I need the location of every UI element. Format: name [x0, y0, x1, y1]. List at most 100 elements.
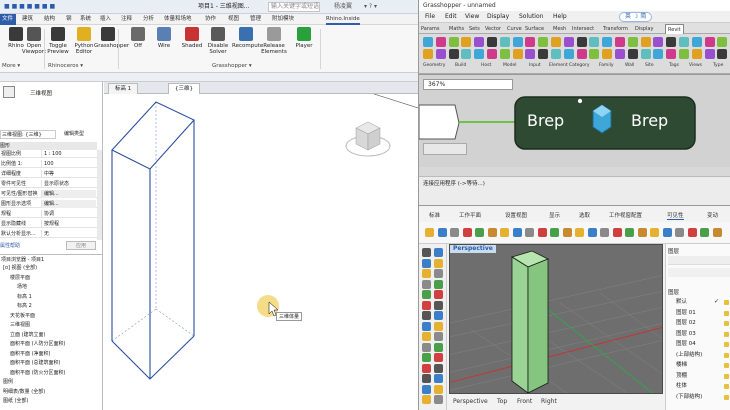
apply-button[interactable]: 应用: [66, 241, 96, 250]
gh-component-icon[interactable]: [666, 37, 677, 47]
menu-view[interactable]: 视图: [228, 14, 239, 25]
gh-component-icon[interactable]: [704, 37, 715, 47]
layer-bulb-icon[interactable]: [724, 352, 729, 358]
gh-component-icon[interactable]: [653, 37, 664, 47]
rhino-left-tool-icon[interactable]: [434, 374, 443, 383]
rhino-left-tool-icon[interactable]: [422, 395, 431, 404]
rhino-left-tool-icon[interactable]: [422, 279, 431, 289]
prop-row[interactable]: 详细程度 中等: [0, 170, 97, 178]
layer-bulb-icon[interactable]: [724, 342, 729, 347]
gh-tab-sets[interactable]: Sets: [469, 24, 480, 34]
menu-annotate[interactable]: 注释: [121, 14, 132, 25]
browser-item[interactable]: 立面 (建筑立面): [10, 332, 46, 340]
layer-bulb-icon[interactable]: [724, 394, 729, 400]
rhino-left-tool-icon[interactable]: [434, 269, 443, 278]
rhino-left-tool-icon[interactable]: [434, 248, 443, 257]
gh-preview-toggles[interactable]: [423, 143, 467, 155]
gh-menu-file[interactable]: File: [425, 11, 435, 23]
rhino-viewport[interactable]: Perspective: [449, 244, 663, 394]
viewport-label[interactable]: Perspective: [450, 245, 496, 253]
viewcube-icon[interactable]: [345, 121, 391, 157]
rhino-tool-icon[interactable]: [700, 228, 709, 237]
gh-tab-maths[interactable]: Maths: [449, 24, 464, 34]
gh-component-icon[interactable]: [640, 49, 651, 59]
gh-component-icon[interactable]: [538, 49, 549, 59]
rhino-tool-icon[interactable]: [600, 228, 609, 237]
layer-row[interactable]: 楼梯: [676, 361, 687, 369]
rhino-left-tool-icon[interactable]: [434, 353, 443, 362]
gh-section-label[interactable]: Host: [481, 63, 491, 68]
rhino-left-tool-icon[interactable]: [422, 321, 431, 331]
menu-file[interactable]: 文件: [0, 14, 16, 25]
gh-component-icon[interactable]: [435, 37, 446, 47]
rhino-left-tool-icon[interactable]: [422, 363, 431, 373]
rhino-left-tool-icon[interactable]: [422, 374, 431, 383]
gh-section-label[interactable]: Input: [529, 63, 541, 68]
prop-edit-button[interactable]: 编辑...: [41, 190, 96, 198]
browser-item[interactable]: 面积平面 (人防分区面积): [10, 341, 66, 349]
gh-component-icon[interactable]: [576, 37, 587, 47]
layer-bulb-icon[interactable]: [724, 373, 729, 379]
ribbon-button-wire[interactable]: Wire: [150, 27, 178, 49]
gh-component-icon[interactable]: [423, 49, 433, 59]
gh-component-icon[interactable]: [487, 49, 497, 59]
layer-bulb-icon[interactable]: [724, 310, 729, 316]
gh-component-icon[interactable]: [512, 49, 523, 59]
gh-component-icon[interactable]: [448, 37, 459, 47]
tab-3d-view[interactable]: {三维}: [168, 83, 200, 94]
menu-collaborate[interactable]: 协作: [205, 14, 216, 25]
prop-row[interactable]: 图形显示选项 编辑...: [0, 200, 97, 208]
properties-help-link[interactable]: 属性帮助: [0, 242, 20, 249]
browser-item[interactable]: 场地: [17, 284, 27, 292]
gh-menu-display[interactable]: Display: [487, 11, 509, 23]
gh-tab-mesh[interactable]: Mesh: [553, 24, 566, 34]
rhino-left-tool-icon[interactable]: [422, 332, 431, 341]
browser-item[interactable]: 面积平面 (总建筑面积): [10, 360, 61, 368]
rhino-tool-icon[interactable]: [562, 228, 572, 237]
ribbon-button-release-elements[interactable]: Release Elements: [260, 27, 288, 55]
rhino-left-tool-icon[interactable]: [434, 363, 443, 373]
ribbon-button-toggle-preview[interactable]: Toggle Preview: [44, 27, 72, 55]
rhino-left-tool-icon[interactable]: [434, 311, 443, 320]
vtab-front[interactable]: Front: [517, 398, 532, 405]
gh-component-icon[interactable]: [615, 37, 625, 47]
menu-massing[interactable]: 体量和场地: [164, 14, 192, 25]
layer-bulb-icon[interactable]: [724, 321, 729, 326]
rhino-tab[interactable]: 可见性: [667, 211, 684, 220]
rhino-left-tool-icon[interactable]: [422, 300, 431, 310]
browser-item[interactable]: 楼层平面: [10, 275, 30, 283]
prop-row[interactable]: 默认分析显示... 无: [0, 230, 97, 238]
rhino-left-tool-icon[interactable]: [422, 342, 431, 352]
rhino-left-tool-icon[interactable]: [434, 279, 443, 289]
menu-insert[interactable]: 插入: [100, 14, 111, 25]
rhino-tool-icon[interactable]: [662, 228, 672, 237]
gh-section-label[interactable]: Element: [549, 63, 568, 68]
browser-item[interactable]: 图纸 (全部): [3, 398, 29, 406]
prop-row[interactable]: 显示隐藏线 按规程: [0, 220, 97, 228]
panel-grasshopper[interactable]: Grasshopper ▾: [212, 63, 252, 69]
menu-systems[interactable]: 系统: [80, 14, 91, 25]
gh-section-label[interactable]: Site: [645, 63, 654, 68]
vtab-right[interactable]: Right: [541, 398, 557, 405]
layer-row[interactable]: 柱体: [676, 382, 687, 390]
layer-row[interactable]: 图层 03: [676, 330, 696, 338]
gh-component-icon[interactable]: [525, 37, 536, 47]
ribbon-button-off[interactable]: Off: [124, 27, 152, 49]
revit-3d-view[interactable]: 三维体量: [104, 93, 418, 410]
layer-row[interactable]: 图层 01: [676, 309, 696, 317]
layer-row[interactable]: 默认: [676, 298, 687, 306]
gh-component-icon[interactable]: [704, 49, 715, 59]
rhino-tool-icon[interactable]: [512, 228, 522, 237]
rhino-left-tool-icon[interactable]: [434, 290, 443, 299]
layer-bulb-icon[interactable]: [724, 331, 729, 337]
vtab-top[interactable]: Top: [497, 398, 507, 405]
rhino-left-tool-icon[interactable]: [434, 258, 443, 268]
rhino-tool-icon[interactable]: [462, 228, 472, 237]
gh-section-label[interactable]: Model: [503, 63, 517, 68]
rhino-green-box[interactable]: [511, 250, 549, 393]
rhino-tool-icon[interactable]: [425, 228, 434, 237]
ribbon-button-shaded[interactable]: Shaded: [178, 27, 206, 49]
layers-panel-icons[interactable]: [668, 256, 730, 265]
browser-item[interactable]: 标高 2: [17, 303, 32, 311]
browser-item[interactable]: 标高 1: [17, 294, 32, 302]
